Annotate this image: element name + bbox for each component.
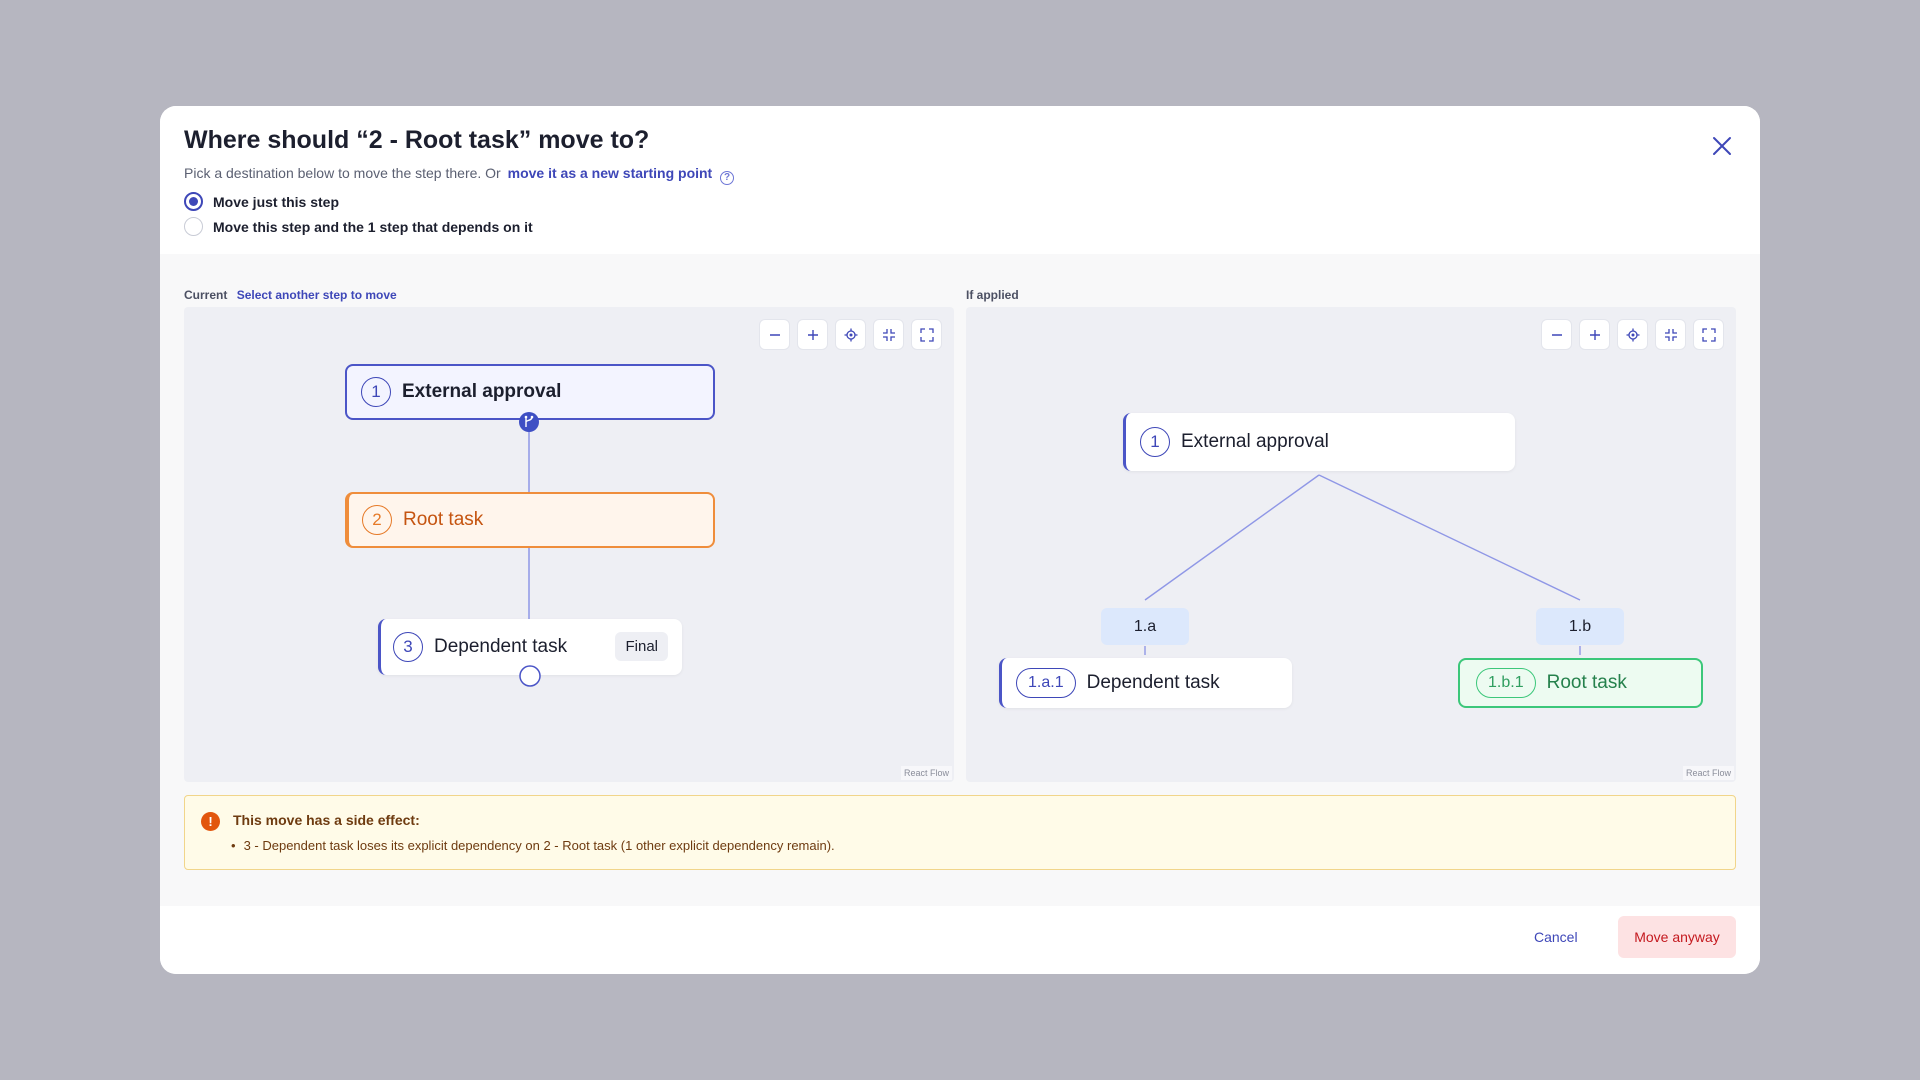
- option-move-just-this-step[interactable]: Move just this step: [184, 192, 339, 211]
- dialog-body: Current Select another step to move If a…: [160, 254, 1760, 906]
- step-number: 2: [362, 505, 392, 535]
- radio-button-checked[interactable]: [184, 192, 203, 211]
- flow-node-external-approval[interactable]: 1 External approval: [1123, 413, 1515, 471]
- zoom-in-icon[interactable]: [1579, 319, 1610, 350]
- flow-node-root-task-destination[interactable]: 1.b.1 Root task: [1458, 658, 1703, 708]
- zoom-in-icon[interactable]: [797, 319, 828, 350]
- applied-panel-label: If applied: [966, 288, 1019, 302]
- react-flow-attribution: React Flow: [1682, 766, 1734, 780]
- step-number: 1: [1140, 427, 1170, 457]
- zoom-out-icon[interactable]: [759, 319, 790, 350]
- select-another-step-link[interactable]: Select another step to move: [237, 288, 397, 302]
- alert-title: This move has a side effect:: [233, 812, 420, 828]
- step-title: Dependent task: [1086, 672, 1220, 693]
- final-badge: Final: [615, 632, 668, 661]
- fullscreen-icon[interactable]: [1693, 319, 1724, 350]
- current-flow-canvas[interactable]: 1 External approval 2 Root task 3 Depend…: [184, 307, 954, 782]
- alert-item: 3 - Dependent task loses its explicit de…: [231, 838, 835, 853]
- applied-flow-edges: [1144, 474, 1581, 655]
- help-icon[interactable]: ?: [720, 171, 735, 185]
- step-title: Dependent task: [434, 636, 568, 657]
- move-anyway-button[interactable]: Move anyway: [1618, 916, 1736, 958]
- locate-icon[interactable]: [1617, 319, 1648, 350]
- step-title: Root task: [403, 509, 484, 530]
- new-starting-point-link[interactable]: move it as a new starting point: [508, 165, 713, 181]
- applied-flow-canvas[interactable]: 1 External approval 1.a 1.b 1.a.1 Depend…: [966, 307, 1736, 782]
- move-step-dialog: Where should “2 - Root task” move to? Pi…: [160, 106, 1760, 974]
- option-label: Move just this step: [213, 193, 340, 210]
- warning-icon: !: [201, 812, 220, 831]
- cancel-button[interactable]: Cancel: [1534, 929, 1578, 945]
- step-title: External approval: [402, 381, 562, 402]
- flow-node-dependent-task[interactable]: 1.a.1 Dependent task: [999, 658, 1292, 708]
- dialog-subtitle: Pick a destination below to move the ste…: [184, 165, 735, 185]
- fullscreen-icon[interactable]: [911, 319, 942, 350]
- dialog-title: Where should “2 - Root task” move to?: [184, 126, 650, 154]
- side-effect-alert: ! This move has a side effect: 3 - Depen…: [184, 795, 1736, 870]
- flow-node-root-task-moving[interactable]: 2 Root task: [345, 492, 715, 548]
- step-number: 3: [393, 632, 423, 662]
- branch-label-1b: 1.b: [1536, 608, 1624, 645]
- zoom-out-icon[interactable]: [1541, 319, 1572, 350]
- option-label: Move this step and the 1 step that depen…: [213, 218, 533, 235]
- collapse-icon[interactable]: [1655, 319, 1686, 350]
- current-panel-label: Current Select another step to move: [184, 288, 397, 302]
- step-number: 1.a.1: [1016, 668, 1076, 698]
- subtitle-text: Pick a destination below to move the ste…: [184, 165, 501, 181]
- react-flow-attribution: React Flow: [900, 766, 952, 780]
- node-handle[interactable]: [518, 664, 542, 688]
- flow-controls: [759, 319, 942, 350]
- step-number: 1.b.1: [1476, 668, 1536, 698]
- dialog-header: Where should “2 - Root task” move to? Pi…: [160, 106, 1760, 254]
- step-title: External approval: [1181, 431, 1329, 452]
- locate-icon[interactable]: [835, 319, 866, 350]
- dialog-footer: Cancel Move anyway: [160, 906, 1760, 974]
- step-number: 1: [361, 377, 391, 407]
- option-move-with-dependents[interactable]: Move this step and the 1 step that depen…: [184, 217, 533, 236]
- branch-label-1a: 1.a: [1101, 608, 1189, 645]
- flow-controls: [1541, 319, 1724, 350]
- close-icon[interactable]: [1710, 134, 1734, 158]
- step-title: Root task: [1546, 672, 1627, 693]
- radio-button[interactable]: [184, 217, 203, 236]
- current-label: Current: [184, 288, 228, 302]
- branch-icon[interactable]: [518, 411, 540, 433]
- collapse-icon[interactable]: [873, 319, 904, 350]
- alert-list: 3 - Dependent task loses its explicit de…: [231, 838, 835, 853]
